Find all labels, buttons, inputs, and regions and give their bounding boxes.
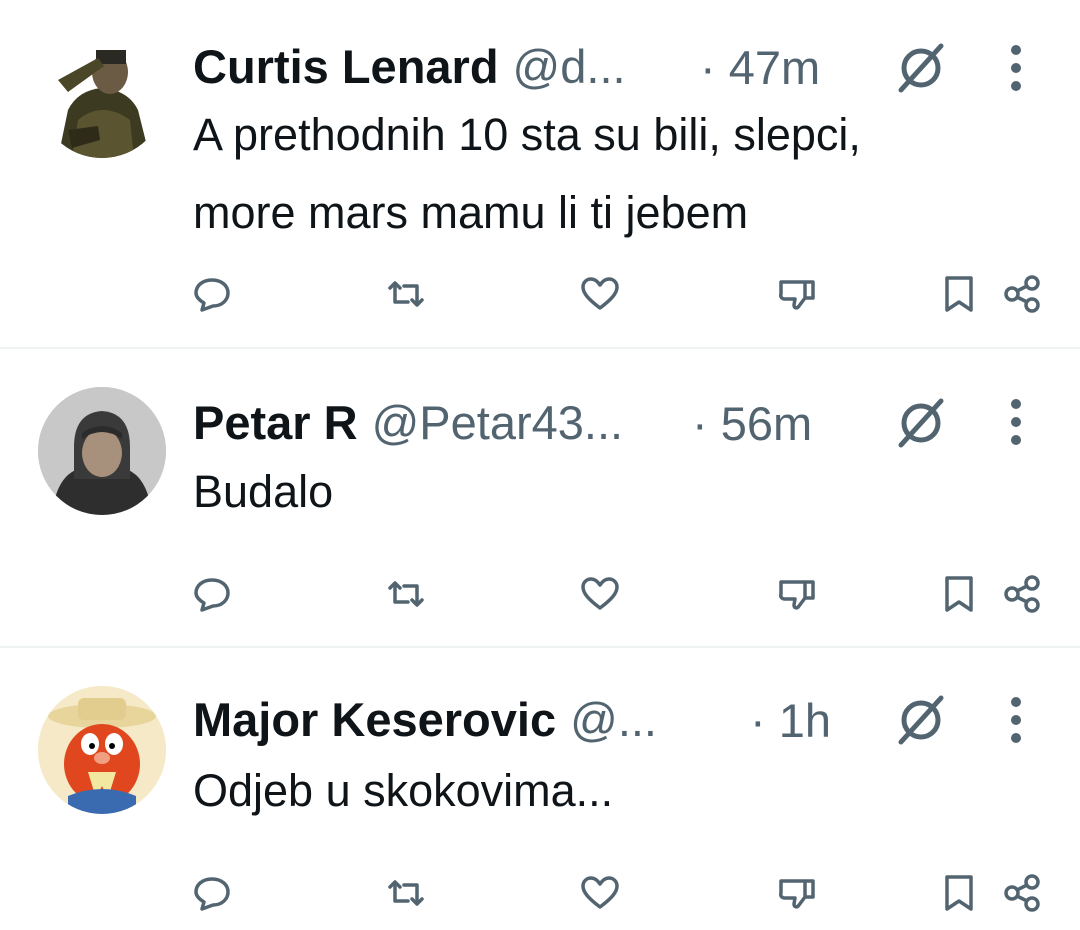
like-icon[interactable]	[578, 871, 622, 915]
more-options-icon[interactable]	[1006, 38, 1026, 98]
dislike-icon[interactable]	[775, 272, 819, 316]
hooded-man-avatar	[38, 387, 166, 515]
avatar[interactable]	[38, 387, 166, 515]
like-icon[interactable]	[578, 572, 622, 616]
share-icon[interactable]	[1000, 272, 1044, 316]
tweet-header: Major Keserovic @...	[193, 689, 657, 749]
display-name[interactable]: Curtis Lenard	[193, 39, 499, 94]
share-icon[interactable]	[1000, 572, 1044, 616]
share-icon[interactable]	[1000, 871, 1044, 915]
more-options-icon[interactable]	[1006, 690, 1026, 750]
tweet-text: Odjeb u skokovima...	[193, 765, 614, 816]
timestamp[interactable]: · 47m	[700, 40, 820, 95]
user-handle[interactable]: @...	[570, 692, 657, 747]
timestamp[interactable]: · 1h	[750, 693, 831, 748]
user-handle[interactable]: @Petar43...	[372, 395, 624, 450]
tweet-header: Petar R @Petar43...	[193, 392, 623, 452]
soldier-saluting-avatar	[38, 30, 166, 158]
divider	[0, 646, 1080, 648]
timestamp[interactable]: · 56m	[692, 396, 812, 451]
bookmark-icon[interactable]	[937, 272, 981, 316]
bookmark-icon[interactable]	[937, 572, 981, 616]
tweet-text: A prethodnih 10 sta su bili, slepci, mor…	[193, 109, 861, 238]
reply-icon[interactable]	[190, 871, 234, 915]
dislike-icon[interactable]	[775, 572, 819, 616]
action-bar	[0, 272, 1080, 322]
display-name[interactable]: Major Keserovic	[193, 692, 556, 747]
grok-icon[interactable]	[893, 690, 949, 746]
avatar[interactable]	[38, 30, 166, 158]
like-icon[interactable]	[578, 272, 622, 316]
grok-icon[interactable]	[893, 38, 949, 94]
user-handle[interactable]: @d...	[513, 39, 626, 94]
retweet-icon[interactable]	[384, 572, 428, 616]
retweet-icon[interactable]	[384, 272, 428, 316]
reply-icon[interactable]	[190, 572, 234, 616]
action-bar	[0, 572, 1080, 622]
action-bar	[0, 871, 1080, 921]
display-name[interactable]: Petar R	[193, 395, 358, 450]
tweet-header: Curtis Lenard @d...	[193, 36, 626, 96]
bookmark-icon[interactable]	[937, 871, 981, 915]
reply-icon[interactable]	[190, 272, 234, 316]
more-options-icon[interactable]	[1006, 392, 1026, 452]
divider	[0, 347, 1080, 349]
grok-icon[interactable]	[893, 393, 949, 449]
cartoon-sam-avatar	[38, 686, 166, 814]
dislike-icon[interactable]	[775, 871, 819, 915]
retweet-icon[interactable]	[384, 871, 428, 915]
avatar[interactable]	[38, 686, 166, 814]
tweet-text: Budalo	[193, 466, 334, 517]
